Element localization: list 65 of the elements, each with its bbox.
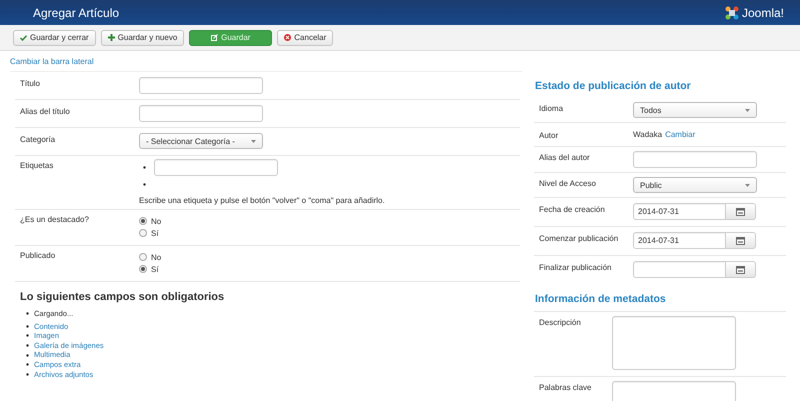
- field-label: Descripción: [539, 317, 582, 327]
- calendar-icon: [736, 208, 745, 216]
- category-select[interactable]: - Seleccionar Categoría -: [139, 133, 263, 149]
- author-name: Wadaka: [633, 130, 662, 139]
- field-label: ¿Es un destacado?: [20, 215, 90, 224]
- radio-option[interactable]: Sí: [139, 227, 162, 239]
- calendar-button[interactable]: [726, 261, 756, 278]
- bullet-icon: [143, 166, 146, 169]
- bullet-icon: [26, 363, 29, 366]
- date-field[interactable]: 2014-07-31: [633, 203, 726, 220]
- section-heading: Información de metadatos: [534, 293, 667, 305]
- bullet-icon: [26, 312, 29, 316]
- caret-icon: [745, 184, 750, 186]
- bullet-icon: [26, 334, 29, 338]
- section-heading: Lo siguientes campos son obligatorios: [20, 291, 226, 303]
- plus-icon: [108, 34, 115, 41]
- field-label: Categoría: [20, 134, 56, 146]
- cancel-button[interactable]: Cancelar: [277, 30, 334, 46]
- save-button[interactable]: Guardar y nuevo: [100, 30, 184, 46]
- field-label: Título: [20, 78, 42, 90]
- field-label: Publicado: [20, 251, 56, 260]
- logo-icon: [724, 6, 739, 20]
- field-label: Nivel de Acceso: [539, 178, 597, 188]
- calendar-icon: [736, 236, 745, 244]
- radio-option[interactable]: Sí: [139, 263, 162, 275]
- text-field[interactable]: [633, 151, 757, 168]
- bullet-icon: [26, 354, 29, 357]
- help-text: Escribe una etiqueta y pulse el botón "volver" o "coma" para añadirlo.: [139, 196, 385, 205]
- section-heading: Estado de publicación de autor: [534, 80, 692, 92]
- caret-icon: [745, 108, 750, 112]
- field-label: Comenzar publicación: [539, 233, 620, 243]
- calendar-button[interactable]: [726, 203, 756, 220]
- radio-option[interactable]: No: [139, 251, 162, 263]
- date-field[interactable]: 2014-07-31: [633, 232, 726, 249]
- dropdown-select[interactable]: Public: [633, 177, 757, 193]
- field-label: Idioma: [539, 103, 564, 113]
- save-button[interactable]: Guardar y cerrar: [13, 30, 96, 46]
- dropdown-select[interactable]: Todos: [633, 102, 757, 118]
- bullet-icon: [26, 324, 29, 328]
- cancel-icon: [284, 34, 292, 41]
- calendar-icon: [736, 266, 745, 274]
- field-label: Autor: [539, 130, 560, 140]
- text-field[interactable]: [139, 77, 263, 94]
- page-title: Agregar Artículo: [33, 6, 120, 20]
- bullet-icon: [143, 183, 146, 186]
- caret-icon: [251, 140, 256, 142]
- date-field[interactable]: [633, 261, 726, 278]
- calendar-button[interactable]: [726, 232, 756, 249]
- field-label: Palabras clave: [539, 382, 592, 392]
- tag-field[interactable]: [154, 159, 278, 176]
- bullet-icon: [26, 372, 29, 376]
- field-label: Etiquetas: [20, 160, 54, 172]
- bullet-icon: [26, 344, 29, 348]
- field-label: Alias del autor: [539, 152, 591, 162]
- sidebar-toggle-link[interactable]: Cambiar la barra lateral: [10, 51, 522, 72]
- field-label: Finalizar publicación: [539, 262, 612, 272]
- change-link[interactable]: Cambiar: [665, 130, 696, 139]
- logo-text: Joomla!: [742, 6, 784, 20]
- text-field[interactable]: [139, 105, 263, 122]
- radio-option[interactable]: No: [139, 215, 162, 227]
- text-area[interactable]: [612, 316, 736, 370]
- check-icon: [20, 34, 27, 40]
- field-label: Alias del título: [20, 106, 71, 118]
- edit-icon: [211, 34, 218, 41]
- field-label: Fecha de creación: [539, 204, 606, 214]
